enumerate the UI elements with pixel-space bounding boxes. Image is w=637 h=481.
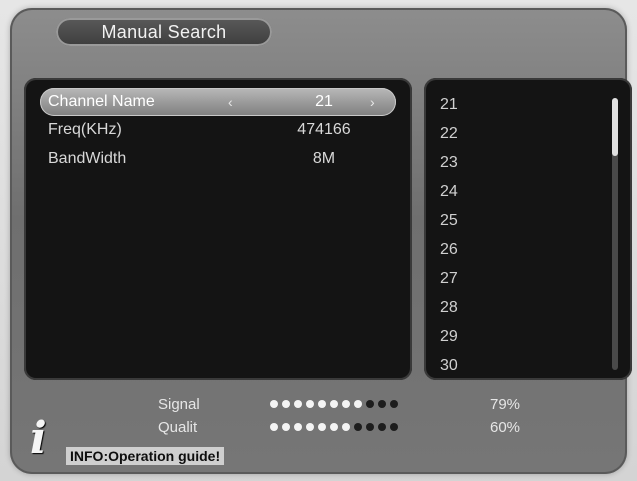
level-dot-off <box>354 423 362 431</box>
field-label: BandWidth <box>48 150 127 167</box>
list-item[interactable]: 22 <box>440 119 590 148</box>
field-bandwidth[interactable]: BandWidth 8M <box>40 145 396 173</box>
level-dot-on <box>306 400 314 408</box>
info-text: INFO:Operation guide! <box>66 447 225 465</box>
tv-screen: Manual Search Channel Name ‹ 21 › Freq(K… <box>0 0 637 481</box>
list-item[interactable]: 24 <box>440 177 590 206</box>
field-label: Channel Name <box>48 93 155 110</box>
list-item[interactable]: 29 <box>440 322 590 351</box>
signal-meter: Signal 79% <box>150 395 610 415</box>
field-label: Freq(KHz) <box>48 121 122 138</box>
level-dot-on <box>294 400 302 408</box>
level-dot-on <box>282 400 290 408</box>
level-dot-on <box>318 423 326 431</box>
channel-list: 21 22 23 24 25 26 27 28 29 30 <box>440 90 590 380</box>
field-value: 474166 <box>297 121 351 138</box>
field-frequency[interactable]: Freq(KHz) 474166 <box>40 116 396 144</box>
field-value: 8M <box>312 150 336 167</box>
level-dot-off <box>378 400 386 408</box>
info-icon: i <box>30 413 47 464</box>
scrollbar[interactable] <box>612 98 618 370</box>
dialog-title: Manual Search <box>56 18 272 46</box>
level-dot-off <box>390 423 398 431</box>
level-dot-on <box>282 423 290 431</box>
list-item[interactable]: 30 <box>440 351 590 380</box>
level-dot-on <box>330 400 338 408</box>
level-dot-on <box>270 423 278 431</box>
field-channel-name[interactable]: Channel Name ‹ 21 › <box>40 88 396 116</box>
arrow-right-icon[interactable]: › <box>370 88 375 116</box>
field-value: 21 <box>315 93 333 110</box>
level-dot-off <box>366 400 374 408</box>
quality-label: Qualit <box>158 419 198 436</box>
level-dot-on <box>294 423 302 431</box>
list-item[interactable]: 28 <box>440 293 590 322</box>
level-dot-on <box>306 423 314 431</box>
level-dot-off <box>366 423 374 431</box>
level-dot-off <box>378 423 386 431</box>
level-dot-on <box>270 400 278 408</box>
list-item[interactable]: 21 <box>440 90 590 119</box>
quality-meter: Qualit 60% <box>150 418 610 438</box>
scroll-thumb[interactable] <box>612 98 618 156</box>
arrow-left-icon[interactable]: ‹ <box>228 88 233 116</box>
level-dot-on <box>342 423 350 431</box>
signal-value: 79% <box>490 396 521 413</box>
level-dot-on <box>330 423 338 431</box>
level-dot-on <box>318 400 326 408</box>
list-item[interactable]: 26 <box>440 235 590 264</box>
quality-value: 60% <box>490 419 521 436</box>
list-item[interactable]: 25 <box>440 206 590 235</box>
level-dot-on <box>354 400 362 408</box>
signal-label: Signal <box>158 396 200 413</box>
list-item[interactable]: 27 <box>440 264 590 293</box>
level-dot-off <box>390 400 398 408</box>
level-dot-on <box>342 400 350 408</box>
list-item[interactable]: 23 <box>440 148 590 177</box>
